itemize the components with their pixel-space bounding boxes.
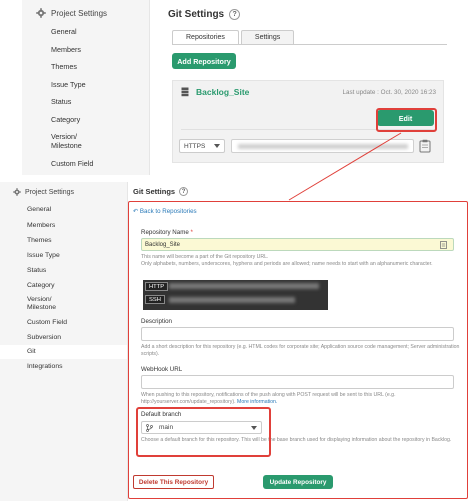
clone-url-box: HTTP SSH [143, 280, 328, 310]
repo-name-label: Repository Name * [141, 229, 193, 236]
clipboard-icon[interactable] [419, 139, 431, 153]
required-mark: * [190, 229, 193, 236]
sidebar-item-category[interactable]: Category [51, 115, 93, 133]
sidebar-item-members[interactable]: Members [51, 45, 93, 63]
tab-divider [172, 44, 447, 45]
update-repository-button[interactable]: Update Repository [263, 475, 333, 489]
last-update-text: Last update : Oct. 30, 2020 16:23 [342, 89, 436, 96]
page-title-text: Git Settings [168, 9, 225, 20]
ssh-tag[interactable]: SSH [145, 295, 165, 304]
help-icon[interactable]: ? [229, 9, 241, 20]
webhook-url-input[interactable] [141, 375, 454, 389]
sidebar-item-version-milestone-2[interactable]: Version/ Milestone [0, 293, 127, 315]
project-settings-label: Project Settings [51, 8, 108, 18]
repo-name-label-text: Repository Name [141, 229, 189, 236]
description-input[interactable] [141, 327, 454, 341]
bottom-sidebar-nav: General Members Themes Issue Type Status… [0, 202, 127, 374]
project-settings-header[interactable]: Project Settings [36, 8, 107, 18]
protocol-select[interactable]: HTTPS [179, 139, 225, 153]
sidebar-item-issue-type-2[interactable]: Issue Type [0, 248, 127, 263]
ssh-url-blurred[interactable] [169, 297, 295, 303]
top-sidebar-nav: General Members Themes Issue Type Status… [51, 27, 93, 177]
tab-settings[interactable]: Settings [240, 30, 295, 45]
page-title: Git Settings ? [168, 9, 241, 20]
repository-title[interactable]: Backlog_Site [181, 87, 249, 97]
webhook-label: WebHook URL [141, 366, 183, 373]
project-settings-header-2[interactable]: Project Settings [13, 188, 74, 196]
tab-repositories[interactable]: Repositories [172, 30, 239, 45]
sidebar-item-themes[interactable]: Themes [51, 62, 93, 80]
sidebar-item-issue-type[interactable]: Issue Type [51, 80, 93, 98]
back-arrow-icon: ↶ [133, 208, 140, 215]
repository-icon [181, 87, 189, 97]
chevron-down-icon [214, 144, 220, 148]
sidebar-item-version-milestone[interactable]: Version/ Milestone [51, 132, 93, 159]
sidebar-item-custom-field[interactable]: Custom Field [51, 159, 93, 177]
repository-name: Backlog_Site [196, 87, 250, 97]
description-help: Add a short description for this reposit… [141, 344, 460, 357]
gear-icon [36, 8, 46, 18]
top-sidebar: Project Settings General Members Themes … [22, 0, 150, 175]
top-main: Git Settings ? Repositories Settings Add… [150, 0, 474, 175]
clone-url-field[interactable] [231, 139, 414, 153]
sidebar-item-general-2[interactable]: General [0, 202, 127, 218]
help-icon[interactable]: ? [179, 187, 189, 196]
default-branch-highlight-box [136, 407, 271, 457]
back-link-text: Back to Repositories [139, 208, 197, 215]
sidebar-item-integrations[interactable]: Integrations [0, 359, 127, 374]
http-tag[interactable]: HTTP [145, 282, 169, 291]
panel-title-text: Git Settings [133, 187, 176, 196]
panel-title: Git Settings ? [133, 187, 189, 196]
back-to-repositories-link[interactable]: ↶ Back to Repositories [133, 208, 197, 215]
add-repository-button[interactable]: Add Repository [172, 53, 236, 69]
sidebar-item-status[interactable]: Status [51, 97, 93, 115]
sidebar-item-members-2[interactable]: Members [0, 218, 127, 233]
description-label: Description [141, 318, 172, 325]
sidebar-item-subversion[interactable]: Subversion [0, 330, 127, 345]
sidebar-item-category-2[interactable]: Category [0, 278, 127, 293]
http-url-blurred[interactable] [169, 283, 319, 289]
project-settings-label-2: Project Settings [25, 188, 75, 196]
bottom-sidebar: Project Settings General Members Themes … [0, 182, 128, 501]
sidebar-item-themes-2[interactable]: Themes [0, 233, 127, 248]
protocol-value: HTTPS [184, 142, 206, 150]
clone-url-blurred [238, 144, 408, 149]
repo-name-value: Backlog_Site [145, 241, 181, 248]
sidebar-item-custom-field-2[interactable]: Custom Field [0, 315, 127, 330]
gear-icon [13, 188, 21, 196]
edit-highlight-box [376, 108, 437, 132]
sidebar-item-git[interactable]: Git [0, 345, 127, 359]
more-information-link[interactable]: More information. [237, 399, 277, 405]
sidebar-item-status-2[interactable]: Status [0, 263, 127, 278]
delete-repository-button[interactable]: Delete This Repository [133, 475, 214, 489]
webhook-help: When pushing to this repository, notific… [141, 392, 461, 406]
field-card-icon[interactable] [440, 241, 447, 249]
repo-name-help: This name will become a part of the Git … [141, 254, 433, 267]
tab-bar: Repositories Settings [172, 30, 296, 45]
repo-name-input[interactable]: Backlog_Site [141, 238, 454, 251]
sidebar-item-general[interactable]: General [51, 27, 93, 45]
